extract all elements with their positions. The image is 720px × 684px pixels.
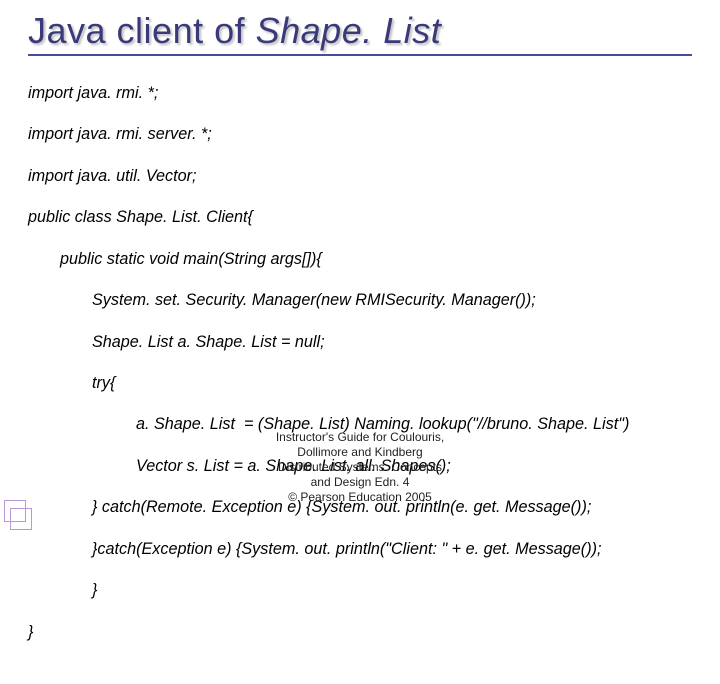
code-line: import java. util. Vector; xyxy=(28,166,692,187)
slide: Java client of Shape. List import java. … xyxy=(0,0,720,540)
code-line: import java. rmi. *; xyxy=(28,83,692,104)
footer: Instructor's Guide for Coulouris, Dollim… xyxy=(0,430,720,505)
slide-title: Java client of Shape. List xyxy=(28,10,692,52)
footer-text: Pearson Education 2005 xyxy=(297,490,432,504)
code-line: import java. rmi. server. *; xyxy=(28,124,692,145)
code-line: } xyxy=(28,580,692,601)
footer-line: and Design Edn. 4 xyxy=(0,475,720,490)
code-line: }catch(Exception e) {System. out. printl… xyxy=(28,539,692,560)
code-line: Shape. List a. Shape. List = null; xyxy=(28,332,692,353)
footer-line: Dollimore and Kindberg xyxy=(0,445,720,460)
title-plain: Java client of xyxy=(28,10,256,51)
footer-line: Instructor's Guide for Coulouris, xyxy=(0,430,720,445)
code-block: import java. rmi. *; import java. rmi. s… xyxy=(28,62,692,684)
title-rule xyxy=(28,54,692,56)
code-line: try{ xyxy=(28,373,692,394)
footer-line: © Pearson Education 2005 xyxy=(0,490,720,505)
code-line: } xyxy=(28,622,692,643)
code-line: System. set. Security. Manager(new RMISe… xyxy=(28,290,692,311)
footer-line: Distributed Systems: Concepts xyxy=(0,460,720,475)
title-italic: Shape. List xyxy=(256,10,442,51)
copyright-symbol: © xyxy=(288,490,297,504)
code-line: public class Shape. List. Client{ xyxy=(28,207,692,228)
square-decoration-icon xyxy=(10,508,32,530)
code-line: public static void main(String args[]){ xyxy=(28,249,692,270)
